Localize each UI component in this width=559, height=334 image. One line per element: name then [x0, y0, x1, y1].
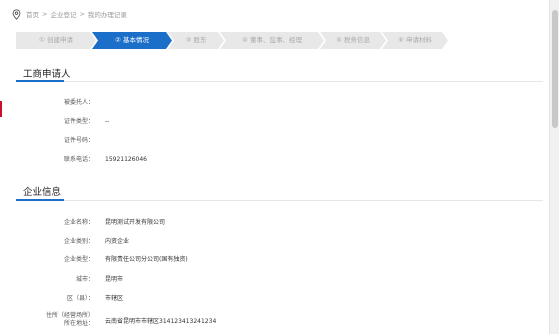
- field-label: 被委托人：: [63, 99, 94, 106]
- field-label: 企业类别：: [63, 238, 94, 245]
- field-label-line2: 所在地址：: [63, 320, 94, 327]
- step-shareholders[interactable]: ③ 股东: [168, 32, 224, 49]
- step-label: ① 创建申请: [39, 36, 73, 44]
- location-pin-icon: [12, 8, 21, 20]
- section-accent-bar: [16, 80, 64, 82]
- field-value: --: [105, 118, 110, 125]
- section-divider: [16, 81, 543, 82]
- field-label: 联系电话：: [63, 156, 94, 163]
- field-value: 昆明测试开发有限公司: [105, 219, 166, 226]
- step-application-materials[interactable]: ⑥ 申请材料: [382, 32, 448, 49]
- field-value: 云南省昆明市市辖区314123413241234: [105, 318, 217, 325]
- field-label: 城市：: [75, 276, 94, 283]
- section-divider: [16, 200, 543, 201]
- step-directors-supervisors-managers[interactable]: ④ 董事、监事、经理: [220, 32, 324, 49]
- field-label-line1: 住所（经营场所）: [45, 312, 94, 319]
- step-label: ③ 股东: [185, 36, 207, 44]
- field-value: 有限责任公司分公司(国有独资): [105, 256, 188, 263]
- field-value: 昆明市: [105, 276, 124, 283]
- field-value: 市辖区: [105, 295, 124, 302]
- step-tax-info[interactable]: ⑤ 税务信息: [320, 32, 386, 49]
- step-label: ④ 董事、监事、经理: [242, 36, 302, 44]
- vertical-scrollbar[interactable]: [549, 0, 559, 334]
- step-create-application[interactable]: ① 创建申请: [16, 32, 96, 49]
- breadcrumb-separator: >: [42, 10, 48, 18]
- field-label: 企业类型：: [63, 256, 94, 263]
- breadcrumb: 首页 > 企业登记 > 我的办理记录: [12, 8, 127, 20]
- section-title-enterprise-info: 企业信息: [23, 187, 62, 198]
- field-label: 证件类型：: [63, 118, 94, 125]
- step-label: ⑤ 税务信息: [336, 36, 370, 44]
- field-value: 15921126046: [105, 156, 147, 163]
- field-value: 内资企业: [105, 238, 130, 245]
- section-accent-bar: [16, 199, 64, 201]
- breadcrumb-home[interactable]: 首页: [26, 9, 39, 19]
- step-basic-info[interactable]: ② 基本情况: [92, 32, 172, 49]
- step-label: ⑥ 申请材料: [398, 36, 432, 44]
- breadcrumb-enterprise-registration[interactable]: 企业登记: [50, 9, 76, 19]
- field-label: 区（县）：: [66, 295, 94, 302]
- section-title-business-applicant: 工商申请人: [23, 69, 71, 80]
- field-label: 证件号码：: [63, 137, 94, 144]
- step-label: ② 基本情况: [115, 36, 149, 44]
- breadcrumb-my-records[interactable]: 我的办理记录: [88, 9, 127, 19]
- breadcrumb-separator: >: [79, 10, 85, 18]
- scrollbar-thumb[interactable]: [552, 10, 558, 128]
- field-label: 企业名称：: [63, 219, 94, 226]
- progress-steps: ① 创建申请 ② 基本情况 ③ 股东 ④ 董事、监事、经理 ⑤ 税务信息 ⑥ 申…: [16, 32, 448, 49]
